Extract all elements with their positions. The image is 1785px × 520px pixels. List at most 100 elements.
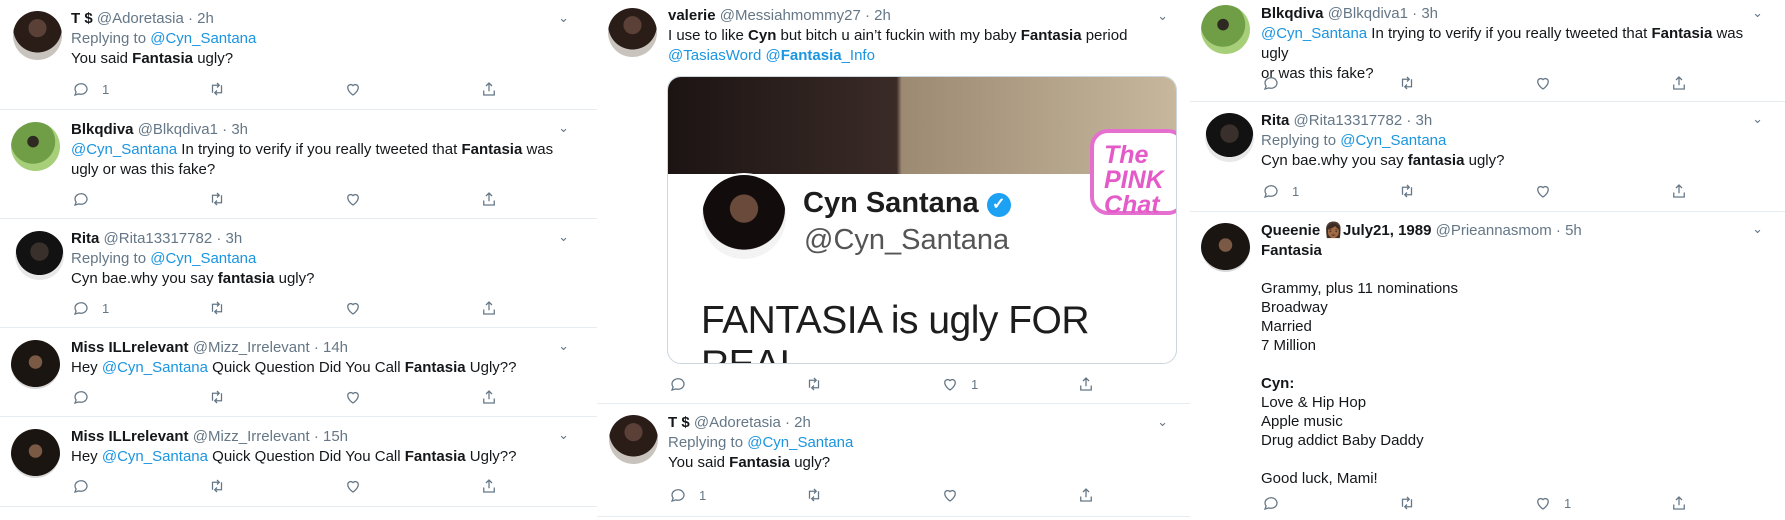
like-icon[interactable] bbox=[941, 486, 959, 504]
share-icon[interactable] bbox=[480, 80, 498, 98]
chevron-down-icon[interactable]: ⌄ bbox=[1157, 414, 1168, 430]
like-icon[interactable] bbox=[344, 388, 362, 406]
tweet[interactable]: Blkqdiva @Blkqdiva1 · 3h @Cyn_Santana In… bbox=[1190, 0, 1785, 102]
chevron-down-icon[interactable]: ⌄ bbox=[1157, 8, 1168, 24]
user-handle[interactable]: @Mizz_Irrelevant bbox=[193, 428, 310, 445]
chevron-down-icon[interactable]: ⌄ bbox=[1752, 5, 1763, 21]
reply-icon[interactable] bbox=[1262, 182, 1280, 200]
tweet[interactable]: T $ @Adoretasia · 2h Replying to @Cyn_Sa… bbox=[597, 404, 1190, 517]
tweet[interactable]: Blkqdiva @Blkqdiva1 · 3h @Cyn_Santana In… bbox=[0, 110, 597, 219]
user-handle[interactable]: @Adoretasia bbox=[694, 414, 781, 431]
display-name[interactable]: Rita bbox=[71, 230, 99, 247]
chevron-down-icon[interactable]: ⌄ bbox=[558, 427, 569, 443]
retweet-icon[interactable] bbox=[208, 477, 226, 495]
tweet[interactable]: T $ @Adoretasia · 2h Replying to @Cyn_Sa… bbox=[0, 0, 597, 110]
timestamp[interactable]: 3h bbox=[226, 230, 243, 247]
user-handle[interactable]: @Messiahmommy27 bbox=[720, 7, 861, 24]
chevron-down-icon[interactable]: ⌄ bbox=[1752, 221, 1763, 237]
mention-link[interactable]: @Cyn_Santana bbox=[102, 359, 208, 376]
mention-link[interactable]: @Cyn_Santana bbox=[1340, 132, 1446, 149]
avatar[interactable] bbox=[15, 231, 64, 280]
retweet-icon[interactable] bbox=[1398, 74, 1416, 92]
tweet[interactable]: Rita @Rita13317782 · 3h Replying to @Cyn… bbox=[0, 219, 597, 328]
user-handle[interactable]: @Rita13317782 bbox=[1294, 112, 1403, 129]
display-name[interactable]: T $ bbox=[668, 414, 690, 431]
timestamp[interactable]: 2h bbox=[874, 7, 891, 24]
reply-icon[interactable] bbox=[1262, 494, 1280, 512]
reply-icon[interactable] bbox=[72, 80, 90, 98]
like-icon[interactable] bbox=[344, 477, 362, 495]
retweet-icon[interactable] bbox=[208, 190, 226, 208]
share-icon[interactable] bbox=[480, 299, 498, 317]
mention-link[interactable]: @TasiasWord bbox=[668, 47, 761, 64]
like-icon[interactable] bbox=[344, 190, 362, 208]
share-icon[interactable] bbox=[1670, 74, 1688, 92]
avatar[interactable] bbox=[1201, 5, 1250, 54]
share-icon[interactable] bbox=[480, 477, 498, 495]
tweet[interactable]: Queenie 👩🏾July21, 1989 @Prieannasmom · 5… bbox=[1190, 212, 1785, 520]
mention-link[interactable]: @Cyn_Santana bbox=[747, 434, 853, 451]
share-icon[interactable] bbox=[480, 190, 498, 208]
mention-link[interactable]: @Fantasia_Info bbox=[765, 47, 874, 64]
user-handle[interactable]: @Blkqdiva1 bbox=[1328, 5, 1408, 22]
retweet-icon[interactable] bbox=[805, 486, 823, 504]
display-name[interactable]: Blkqdiva bbox=[71, 121, 134, 138]
user-handle[interactable]: @Blkqdiva1 bbox=[138, 121, 218, 138]
display-name[interactable]: valerie bbox=[668, 7, 716, 24]
mention-link[interactable]: @Cyn_Santana bbox=[71, 141, 177, 158]
timestamp[interactable]: 14h bbox=[323, 339, 348, 356]
reply-icon[interactable] bbox=[72, 388, 90, 406]
avatar[interactable] bbox=[11, 429, 60, 478]
avatar[interactable] bbox=[608, 8, 657, 57]
timestamp[interactable]: 3h bbox=[231, 121, 248, 138]
reply-icon[interactable] bbox=[669, 375, 687, 393]
share-icon[interactable] bbox=[1077, 375, 1095, 393]
like-icon[interactable] bbox=[1534, 182, 1552, 200]
mention-link[interactable]: @Cyn_Santana bbox=[150, 30, 256, 47]
tweet[interactable]: valerie @Messiahmommy27 · 2h I use to li… bbox=[597, 0, 1190, 404]
avatar[interactable] bbox=[609, 415, 658, 464]
retweet-icon[interactable] bbox=[208, 299, 226, 317]
retweet-icon[interactable] bbox=[805, 375, 823, 393]
avatar[interactable] bbox=[13, 11, 62, 60]
avatar[interactable] bbox=[1205, 113, 1254, 162]
share-icon[interactable] bbox=[1077, 486, 1095, 504]
chevron-down-icon[interactable]: ⌄ bbox=[558, 120, 569, 136]
display-name[interactable]: Queenie 👩🏾July21, 1989 bbox=[1261, 222, 1431, 239]
reply-icon[interactable] bbox=[72, 477, 90, 495]
mention-link[interactable]: @Cyn_Santana bbox=[102, 448, 208, 465]
timestamp[interactable]: 2h bbox=[794, 414, 811, 431]
timestamp[interactable]: 3h bbox=[1421, 5, 1438, 22]
user-handle[interactable]: @Adoretasia bbox=[97, 10, 184, 27]
share-icon[interactable] bbox=[480, 388, 498, 406]
like-icon[interactable] bbox=[941, 375, 959, 393]
chevron-down-icon[interactable]: ⌄ bbox=[558, 10, 569, 26]
like-icon[interactable] bbox=[1534, 74, 1552, 92]
like-icon[interactable] bbox=[344, 80, 362, 98]
reply-icon[interactable] bbox=[72, 190, 90, 208]
timestamp[interactable]: 15h bbox=[323, 428, 348, 445]
retweet-icon[interactable] bbox=[1398, 494, 1416, 512]
retweet-icon[interactable] bbox=[208, 80, 226, 98]
user-handle[interactable]: @Rita13317782 bbox=[104, 230, 213, 247]
user-handle[interactable]: @Prieannasmom bbox=[1436, 222, 1552, 239]
chevron-down-icon[interactable]: ⌄ bbox=[558, 338, 569, 354]
display-name[interactable]: Rita bbox=[1261, 112, 1289, 129]
chevron-down-icon[interactable]: ⌄ bbox=[1752, 111, 1763, 127]
timestamp[interactable]: 5h bbox=[1565, 222, 1582, 239]
like-icon[interactable] bbox=[344, 299, 362, 317]
reply-icon[interactable] bbox=[72, 299, 90, 317]
avatar[interactable] bbox=[11, 340, 60, 389]
avatar[interactable] bbox=[1201, 223, 1250, 272]
timestamp[interactable]: 3h bbox=[1416, 112, 1433, 129]
tweet[interactable]: Miss ILLrelevant @Mizz_Irrelevant · 14h … bbox=[0, 328, 597, 417]
tweet[interactable]: Rita @Rita13317782 · 3h Replying to @Cyn… bbox=[1190, 102, 1785, 212]
display-name[interactable]: Blkqdiva bbox=[1261, 5, 1324, 22]
user-handle[interactable]: @Mizz_Irrelevant bbox=[193, 339, 310, 356]
share-icon[interactable] bbox=[1670, 182, 1688, 200]
retweet-icon[interactable] bbox=[1398, 182, 1416, 200]
like-icon[interactable] bbox=[1534, 494, 1552, 512]
display-name[interactable]: Miss ILLrelevant bbox=[71, 339, 189, 356]
reply-icon[interactable] bbox=[669, 486, 687, 504]
timestamp[interactable]: 2h bbox=[197, 10, 214, 27]
